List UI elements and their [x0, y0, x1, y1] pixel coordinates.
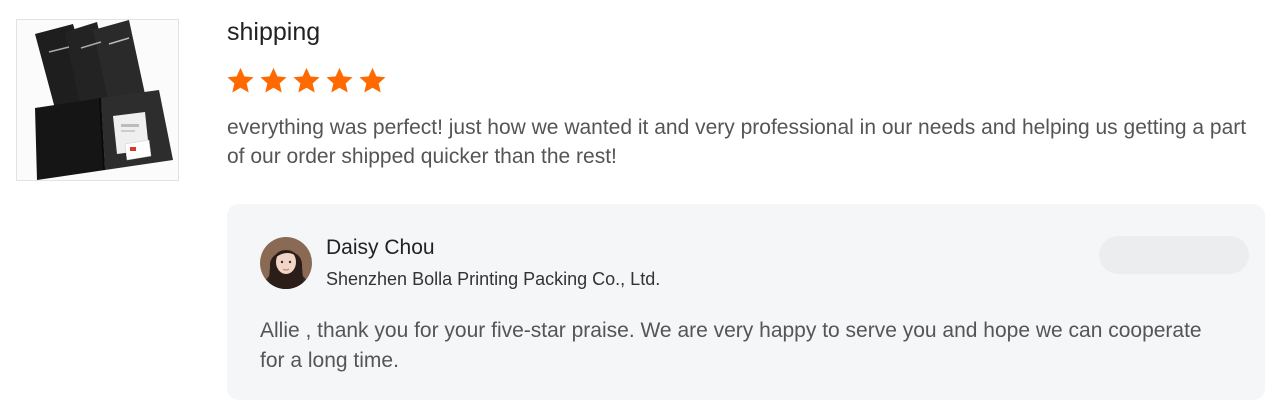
reply-author-name: Daisy Chou [326, 236, 435, 259]
product-image[interactable] [16, 19, 179, 181]
star-icon [227, 67, 254, 93]
review-title: shipping [227, 18, 321, 46]
star-icon [260, 67, 287, 93]
reply-company-name: Shenzhen Bolla Printing Packing Co., Ltd… [326, 269, 661, 289]
seller-reply: Daisy Chou Shenzhen Bolla Printing Packi… [227, 204, 1265, 400]
watermark-icon [1099, 236, 1249, 274]
person-avatar-icon [260, 237, 312, 289]
review-comment: everything was perfect! just how we want… [227, 116, 1247, 168]
star-icon [326, 67, 353, 93]
reply-text: Allie , thank you for your five-star pra… [260, 319, 1202, 372]
review-card: shipping everything was perfect! just ho… [0, 0, 1280, 419]
product-folder-image-icon [17, 20, 178, 180]
star-icon [359, 67, 386, 93]
rating-stars [226, 66, 387, 98]
star-icon [293, 67, 320, 93]
